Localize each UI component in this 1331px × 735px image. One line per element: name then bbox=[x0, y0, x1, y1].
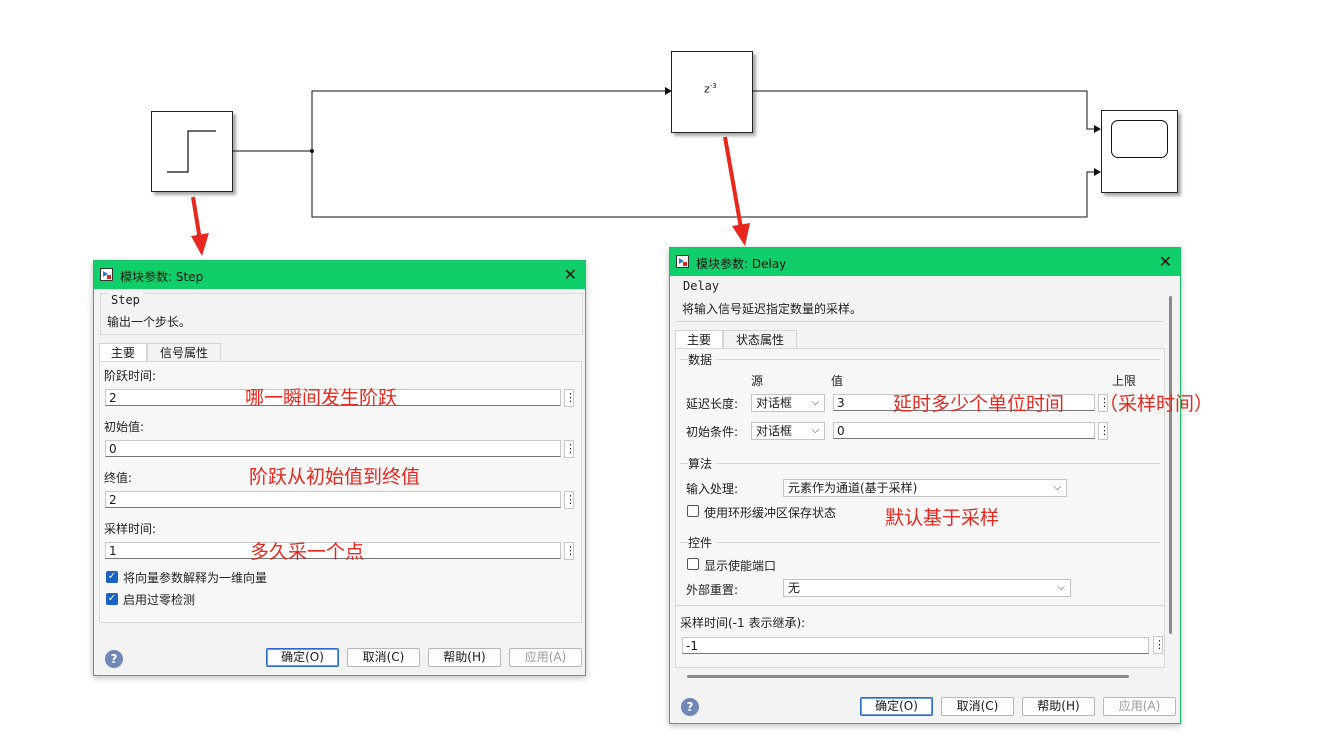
enable-port-label: 显示使能端口 bbox=[704, 559, 777, 573]
step-block[interactable] bbox=[151, 111, 233, 192]
close-icon[interactable]: ✕ bbox=[1159, 252, 1172, 271]
dialog-title: 模块参数: Delay bbox=[696, 257, 787, 271]
interpret-vector-checkbox[interactable]: ✓ bbox=[106, 571, 118, 583]
block-description: 输出一个步长。 bbox=[107, 315, 192, 329]
chevron-down-icon: ⌵ bbox=[1057, 582, 1065, 593]
zero-crossing-label: 启用过零检测 bbox=[123, 593, 196, 607]
ok-button[interactable]: 确定(O) bbox=[266, 648, 339, 667]
delay-block[interactable]: z-3 bbox=[671, 51, 753, 133]
delay-length-source-select[interactable]: 对话框 ⌵ bbox=[751, 394, 825, 412]
value-column-header: 值 bbox=[831, 374, 844, 388]
sample-time-label: 采样时间(-1 表示继承): bbox=[680, 616, 806, 630]
block-description: 将输入信号延迟指定数量的采样。 bbox=[682, 302, 863, 316]
help-button[interactable]: 帮助(H) bbox=[1022, 697, 1095, 716]
section-divider bbox=[680, 359, 1160, 360]
scope-block[interactable] bbox=[1101, 110, 1178, 193]
annotation-step-time: 哪一瞬间发生阶跃 bbox=[245, 387, 398, 409]
section-divider bbox=[680, 542, 1160, 543]
control-section-title: 控件 bbox=[688, 534, 717, 551]
annotation-arrow bbox=[723, 136, 743, 229]
description-box: Step 输出一个步长。 bbox=[100, 293, 583, 335]
annotation-sample-based: 默认基于采样 bbox=[885, 507, 1000, 529]
input-processing-label: 输入处理: bbox=[686, 482, 739, 496]
block-name: Step bbox=[108, 293, 143, 307]
close-icon[interactable]: ✕ bbox=[564, 265, 577, 284]
apply-button[interactable]: 应用(A) bbox=[1103, 697, 1176, 716]
tab-state-attributes[interactable]: 状态属性 bbox=[723, 330, 797, 349]
annotation-sample-time: 多久采一个点 bbox=[250, 541, 365, 563]
ok-button[interactable]: 确定(O) bbox=[860, 697, 933, 716]
annotation-arrow bbox=[191, 196, 202, 241]
cancel-button[interactable]: 取消(C) bbox=[941, 697, 1014, 716]
circular-buffer-label: 使用环形缓冲区保存状态 bbox=[704, 506, 837, 520]
tab-main[interactable]: 主要 bbox=[675, 330, 723, 349]
delay-parameters-dialog: 模块参数: Delay ✕ Delay 将输入信号延迟指定数量的采样。 主要 状… bbox=[669, 247, 1181, 724]
dialog-title: 模块参数: Step bbox=[120, 270, 204, 284]
chevron-down-icon: ⌵ bbox=[1053, 482, 1061, 493]
final-value-input[interactable]: 2 bbox=[105, 491, 561, 508]
more-options-icon[interactable]: ⋮ bbox=[1153, 636, 1165, 654]
interpret-vector-label: 将向量参数解释为一维向量 bbox=[123, 571, 268, 585]
help-icon[interactable]: ? bbox=[105, 650, 123, 668]
more-options-icon[interactable]: ⋮ bbox=[564, 389, 576, 407]
initial-condition-input[interactable]: 0 bbox=[833, 422, 1095, 439]
initial-condition-label: 初始条件: bbox=[686, 425, 739, 439]
dialog-titlebar[interactable]: 模块参数: Step ✕ bbox=[94, 261, 585, 289]
sample-time-label: 采样时间: bbox=[104, 522, 157, 536]
zero-crossing-checkbox[interactable]: ✓ bbox=[106, 593, 118, 605]
step-icon bbox=[167, 130, 216, 173]
initial-condition-source-select[interactable]: 对话框 ⌵ bbox=[751, 422, 825, 440]
apply-button[interactable]: 应用(A) bbox=[509, 648, 582, 667]
sample-time-input[interactable]: -1 bbox=[682, 637, 1149, 654]
tab-main[interactable]: 主要 bbox=[99, 343, 147, 362]
initial-value-label: 初始值: bbox=[104, 420, 145, 434]
final-value-label: 终值: bbox=[104, 471, 133, 485]
algorithm-section-title: 算法 bbox=[688, 455, 717, 472]
external-reset-select[interactable]: 无 ⌵ bbox=[783, 579, 1071, 597]
external-reset-label: 外部重置: bbox=[686, 583, 739, 597]
source-column-header: 源 bbox=[751, 374, 764, 388]
scope-screen-icon bbox=[1111, 120, 1168, 158]
more-options-icon[interactable]: ⋮ bbox=[564, 491, 576, 509]
section-divider bbox=[676, 605, 1164, 606]
step-time-label: 阶跃时间: bbox=[104, 369, 157, 383]
chevron-down-icon: ⌵ bbox=[811, 397, 819, 408]
vertical-scrollbar[interactable] bbox=[1169, 296, 1172, 634]
more-options-icon[interactable]: ⋮ bbox=[1098, 422, 1110, 440]
delay-length-label: 延迟长度: bbox=[686, 397, 739, 411]
simulink-block-icon bbox=[676, 255, 689, 268]
annotation-delay-length: 延时多少个单位时间 bbox=[893, 393, 1065, 415]
chevron-down-icon: ⌵ bbox=[811, 425, 819, 436]
upper-limit-column-header: 上限 bbox=[1112, 374, 1137, 388]
cancel-button[interactable]: 取消(C) bbox=[347, 648, 420, 667]
help-button[interactable]: 帮助(H) bbox=[428, 648, 501, 667]
divider bbox=[676, 321, 1163, 322]
simulink-block-icon bbox=[100, 268, 113, 281]
circular-buffer-checkbox[interactable] bbox=[687, 505, 699, 517]
block-name: Delay bbox=[683, 279, 720, 293]
horizontal-scrollbar[interactable] bbox=[687, 675, 1129, 678]
tab-signal-attributes[interactable]: 信号属性 bbox=[147, 343, 221, 362]
annotation-delay-length-note: （采样时间） bbox=[1099, 393, 1214, 415]
initial-value-input[interactable]: 0 bbox=[105, 440, 561, 457]
data-section-title: 数据 bbox=[688, 351, 717, 368]
more-options-icon[interactable]: ⋮ bbox=[564, 440, 576, 458]
annotation-initial-to-final: 阶跃从初始值到终值 bbox=[249, 466, 421, 488]
help-icon[interactable]: ? bbox=[681, 698, 699, 716]
more-options-icon[interactable]: ⋮ bbox=[564, 542, 576, 560]
section-divider bbox=[680, 463, 1160, 464]
delay-block-label: z-3 bbox=[704, 82, 717, 96]
input-processing-select[interactable]: 元素作为通道(基于采样) ⌵ bbox=[783, 479, 1067, 497]
enable-port-checkbox[interactable] bbox=[687, 558, 699, 570]
dialog-titlebar[interactable]: 模块参数: Delay ✕ bbox=[670, 248, 1180, 276]
